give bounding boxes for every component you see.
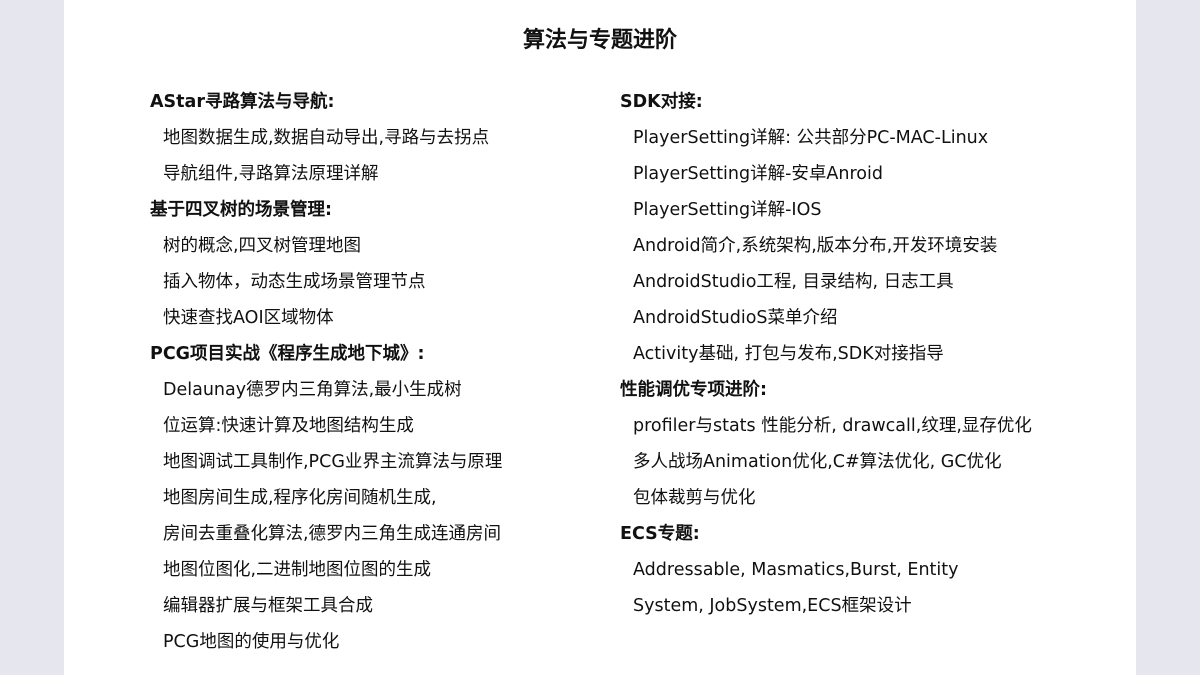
- list-item: 插入物体，动态生成场景管理节点: [163, 272, 426, 292]
- slide: 算法与专题进阶 AStar寻路算法与导航: 地图数据生成,数据自动导出,寻路与去拐…: [64, 0, 1136, 675]
- list-item: Delaunay德罗内三角算法,最小生成树: [163, 380, 462, 400]
- list-item: AndroidStudioS菜单介绍: [633, 308, 838, 328]
- list-item: PlayerSetting详解-安卓Anroid: [633, 164, 883, 184]
- page-title: 算法与专题进阶: [522, 28, 677, 53]
- list-item: 位运算:快速计算及地图结构生成: [163, 416, 414, 436]
- section-heading: ECS专题:: [620, 524, 700, 544]
- list-item: Android简介,系统架构,版本分布,开发环境安装: [633, 236, 998, 256]
- list-item: profiler与stats 性能分析, drawcall,纹理,显存优化: [633, 416, 1032, 436]
- list-item: 地图调试工具制作,PCG业界主流算法与原理: [163, 452, 503, 472]
- list-item: Addressable, Masmatics,Burst, Entity: [633, 560, 959, 580]
- list-item: 地图数据生成,数据自动导出,寻路与去拐点: [163, 128, 490, 148]
- list-item: 房间去重叠化算法,德罗内三角生成连通房间: [163, 524, 502, 544]
- list-item: 编辑器扩展与框架工具合成: [163, 596, 373, 616]
- list-item: PlayerSetting详解: 公共部分PC-MAC-Linux: [633, 128, 989, 148]
- list-item: PCG地图的使用与优化: [163, 632, 340, 652]
- list-item: System, JobSystem,ECS框架设计: [633, 596, 912, 616]
- list-item: 包体裁剪与优化: [633, 488, 756, 508]
- list-item: 导航组件,寻路算法原理详解: [163, 164, 379, 184]
- list-item: 地图房间生成,程序化房间随机生成,: [163, 488, 437, 508]
- list-item: PlayerSetting详解-IOS: [633, 200, 822, 220]
- list-item: AndroidStudio工程, 目录结构, 日志工具: [633, 272, 954, 292]
- section-heading: PCG项目实战《程序生成地下城》:: [150, 344, 425, 364]
- list-item: 多人战场Animation优化,C#算法优化, GC优化: [633, 452, 1002, 472]
- list-item: 地图位图化,二进制地图位图的生成: [163, 560, 432, 580]
- left-column: AStar寻路算法与导航: 地图数据生成,数据自动导出,寻路与去拐点 导航组件,寻路…: [150, 84, 590, 660]
- list-item: 快速查找AOI区域物体: [163, 308, 334, 328]
- right-column: SDK对接: PlayerSetting详解: 公共部分PC-MAC-Linux P…: [620, 84, 1090, 624]
- section-heading: 性能调优专项进阶:: [620, 380, 767, 400]
- section-heading: SDK对接:: [620, 92, 703, 112]
- section-heading: AStar寻路算法与导航:: [150, 92, 335, 112]
- list-item: Activity基础, 打包与发布,SDK对接指导: [633, 344, 944, 364]
- section-heading: 基于四叉树的场景管理:: [150, 200, 332, 220]
- list-item: 树的概念,四叉树管理地图: [163, 236, 362, 256]
